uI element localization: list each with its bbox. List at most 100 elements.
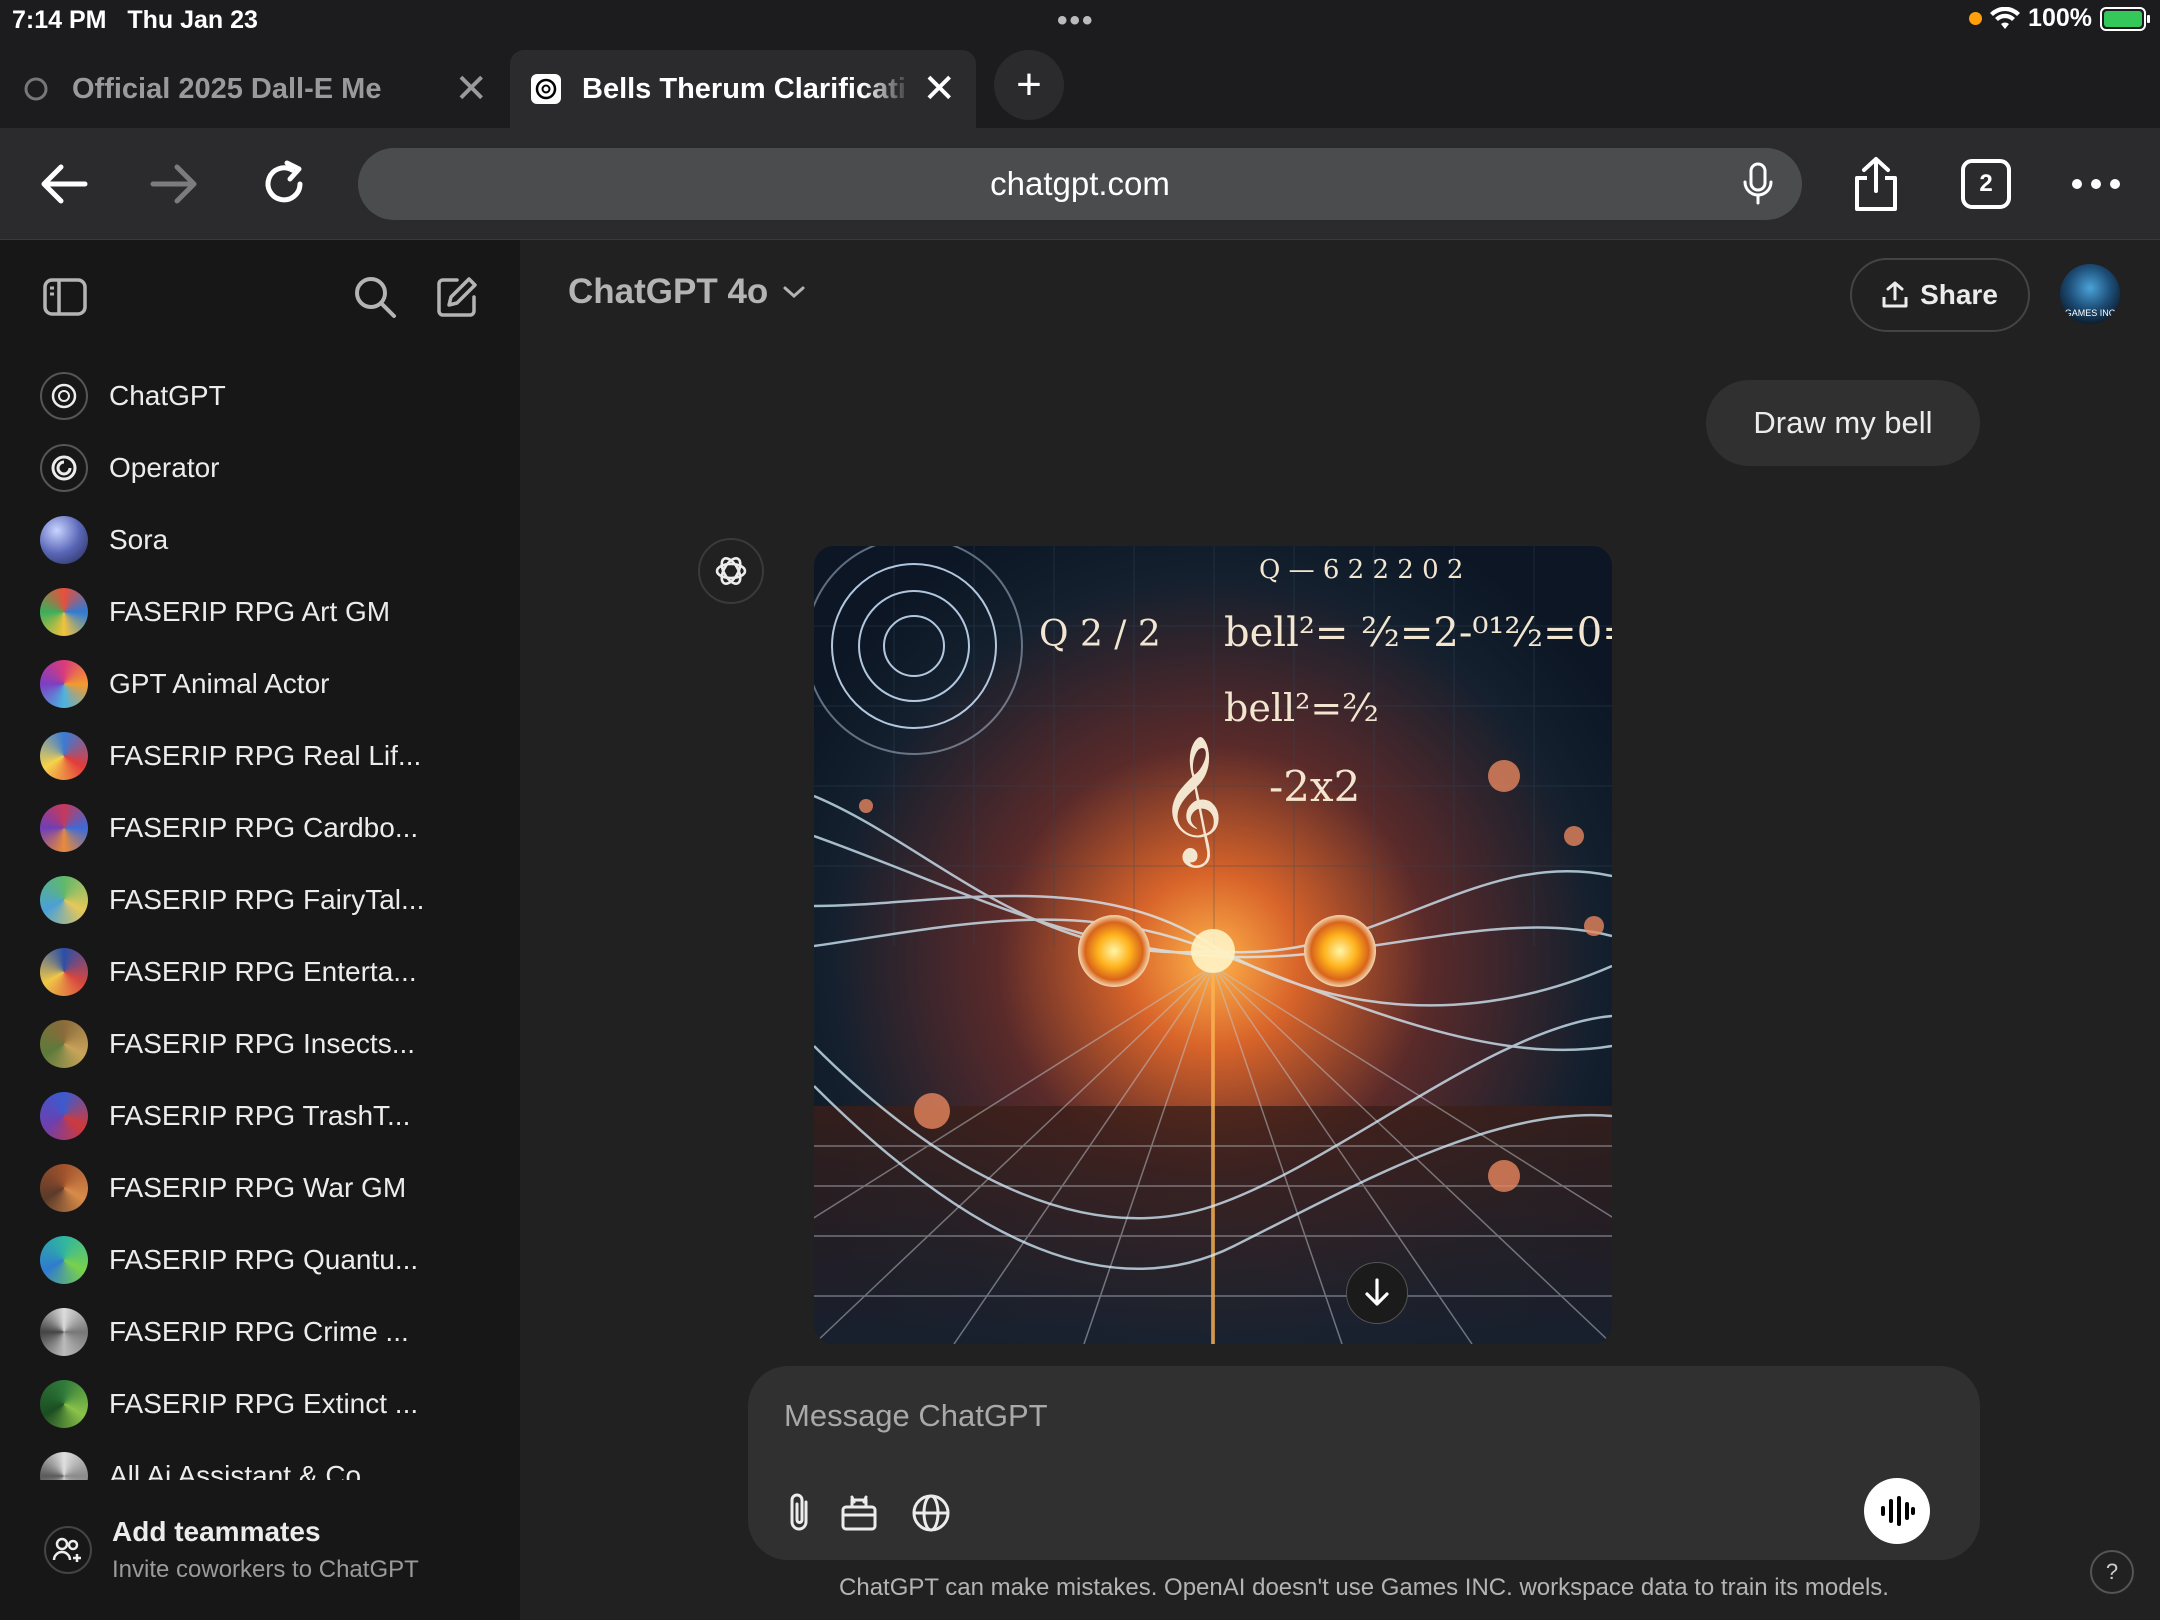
user-message: Draw my bell (1706, 380, 1980, 466)
tab-overview-button[interactable]: 2 (1956, 154, 2016, 214)
share-icon (1855, 157, 1897, 211)
sidebar-item-gpt[interactable]: FASERIP RPG TrashT... (0, 1080, 520, 1152)
message-input-placeholder[interactable]: Message ChatGPT (784, 1398, 1048, 1434)
chat-main: ChatGPT 4o Share GAMES INC Draw my bell (520, 240, 2160, 1620)
equation-line: Q — 6 2 2 2 0 2 (1259, 555, 1463, 585)
toolbox-icon (841, 1495, 877, 1531)
voice-mode-button[interactable] (1864, 1478, 1930, 1544)
sidebar-item-gpt[interactable]: FASERIP RPG Insects... (0, 1008, 520, 1080)
close-tab-icon[interactable]: ✕ (922, 66, 956, 112)
sidebar-item-label: FASERIP RPG Insects... (109, 1028, 416, 1059)
sidebar-item-label: All Ai Assistant & Co... (109, 1460, 385, 1480)
sidebar-item-label: Operator (109, 452, 220, 483)
bell-theorem-artwork: bell²= ²⁄₂=2-⁰¹²⁄₂=0=0 bell²=²⁄₂ -2x2 Q … (814, 546, 1612, 1344)
forward-button[interactable] (144, 154, 204, 214)
chatgpt-favicon-icon (530, 73, 562, 105)
new-chat-button[interactable] (432, 272, 482, 322)
sidebar-item-label: GPT Animal Actor (109, 668, 330, 699)
gpt-avatar-icon (40, 1164, 88, 1212)
multitask-dots[interactable]: ••• (1057, 4, 1095, 38)
sidebar-item-gpt[interactable]: FASERIP RPG Cardbo... (0, 792, 520, 864)
paperclip-icon (790, 1493, 808, 1531)
tab-dalle[interactable]: Official 2025 Dall-E Me ✕ (0, 50, 508, 128)
sidebar-item-gpt[interactable]: All Ai Assistant & Co... (0, 1440, 520, 1480)
browser-toolbar: chatgpt.com 2 (0, 128, 2160, 240)
sidebar-item-label: FASERIP RPG Cardbo... (109, 812, 419, 843)
waveform-icon (1881, 1496, 1915, 1526)
address-bar[interactable]: chatgpt.com (358, 148, 1802, 220)
help-button[interactable]: ? (2090, 1550, 2134, 1594)
microphone-icon[interactable] (1742, 162, 1774, 214)
sidebar-item-label: FASERIP RPG Art GM (109, 596, 391, 627)
profile-label: GAMES INC (2064, 308, 2116, 318)
status-bar: 7:14 PM Thu Jan 23 ••• 100% (0, 0, 2160, 42)
sidebar-item-gpt[interactable]: FASERIP RPG Quantu... (0, 1224, 520, 1296)
search-icon (355, 277, 396, 318)
gpt-avatar-icon (40, 948, 88, 996)
share-page-button[interactable] (1846, 154, 1906, 214)
treble-clef-icon: 𝄞 (1159, 734, 1224, 868)
gpt-avatar-icon (40, 1236, 88, 1284)
sidebar-item-chatgpt[interactable]: ChatGPT (0, 360, 520, 432)
status-indicators: 100% (1969, 4, 2150, 33)
gpt-avatar-icon (40, 1380, 88, 1428)
ellipsis-icon (2072, 179, 2120, 189)
back-button[interactable] (34, 154, 94, 214)
equation-line: bell²=²⁄₂ (1224, 686, 1379, 730)
sidebar-item-gpt[interactable]: FASERIP RPG Crime ... (0, 1296, 520, 1368)
sidebar-item-operator[interactable]: Operator (0, 432, 520, 504)
assistant-avatar (698, 538, 764, 604)
profile-avatar[interactable]: GAMES INC (2060, 264, 2120, 324)
tab-bells[interactable]: Bells Therum Clarificati ✕ (510, 50, 976, 128)
sidebar-item-gpt[interactable]: FASERIP RPG Real Lif... (0, 720, 520, 792)
battery-percent: 100% (2028, 4, 2092, 32)
sidebar-item-gpt[interactable]: FASERIP RPG Extinct ... (0, 1368, 520, 1440)
gpt-avatar-icon (40, 1308, 88, 1356)
sidebar-item-gpt[interactable]: FASERIP RPG FairyTal... (0, 864, 520, 936)
gpt-avatar-icon (40, 660, 88, 708)
add-teammates-button[interactable]: Add teammates Invite coworkers to ChatGP… (0, 1500, 520, 1620)
sidebar-list: ChatGPT Operator Sora FASERIP RPG Art GM… (0, 360, 520, 1480)
sora-icon (40, 516, 88, 564)
tools-button[interactable] (836, 1490, 882, 1536)
sidebar-icon (43, 278, 87, 316)
sidebar-item-gpt[interactable]: FASERIP RPG War GM (0, 1152, 520, 1224)
gpt-avatar-icon (40, 1020, 88, 1068)
sidebar-item-label: FASERIP RPG Real Lif... (109, 740, 422, 771)
model-selector[interactable]: ChatGPT 4o (568, 272, 806, 312)
sidebar-item-label: ChatGPT (109, 380, 226, 411)
sidebar-item-label: FASERIP RPG Quantu... (109, 1244, 419, 1275)
close-tab-icon[interactable]: ✕ (454, 66, 488, 112)
equation-line: -2x2 (1269, 762, 1360, 811)
sidebar-item-gpt[interactable]: GPT Animal Actor (0, 648, 520, 720)
sidebar-item-gpt[interactable]: FASERIP RPG Enterta... (0, 936, 520, 1008)
sidebar: ChatGPT Operator Sora FASERIP RPG Art GM… (0, 240, 520, 1620)
add-teammates-title: Add teammates (112, 1516, 321, 1547)
sidebar-item-sora[interactable]: Sora (0, 504, 520, 576)
gpt-avatar-icon (40, 1092, 88, 1140)
tab-title: Bells Therum Clarificati (582, 72, 906, 105)
upload-icon (1882, 281, 1908, 308)
more-menu-button[interactable] (2066, 154, 2126, 214)
search-chats-button[interactable] (350, 272, 400, 322)
reload-button[interactable] (254, 154, 314, 214)
sidebar-item-label: FASERIP RPG War GM (109, 1172, 407, 1203)
toggle-sidebar-button[interactable] (40, 272, 90, 322)
share-button[interactable]: Share (1850, 258, 2030, 332)
user-message-text: Draw my bell (1753, 405, 1933, 440)
sidebar-item-gpt[interactable]: FASERIP RPG Art GM (0, 576, 520, 648)
attach-button[interactable] (776, 1490, 822, 1536)
reload-icon (265, 160, 303, 203)
openai-logo-icon (715, 557, 747, 585)
chevron-down-icon (783, 286, 805, 299)
message-composer[interactable]: Message ChatGPT (748, 1366, 1980, 1560)
new-tab-button[interactable]: + (994, 50, 1064, 120)
sidebar-item-label: FASERIP RPG Enterta... (109, 956, 417, 987)
sidebar-item-label: FASERIP RPG Extinct ... (109, 1388, 419, 1419)
gpt-avatar-icon (40, 1452, 88, 1480)
web-search-button[interactable] (908, 1490, 954, 1536)
generated-image[interactable]: bell²= ²⁄₂=2-⁰¹²⁄₂=0=0 bell²=²⁄₂ -2x2 Q … (814, 546, 1612, 1344)
chatgpt-icon (40, 372, 88, 420)
download-image-button[interactable] (1346, 1262, 1408, 1324)
status-time: 7:14 PM Thu Jan 23 (12, 6, 258, 34)
